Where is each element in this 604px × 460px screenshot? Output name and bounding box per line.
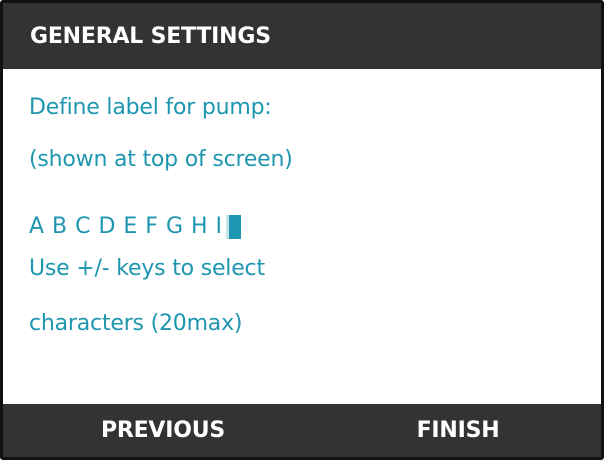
- softkey-bar: PREVIOUS FINISH: [3, 404, 601, 457]
- screen-title: GENERAL SETTINGS: [30, 23, 271, 49]
- prompt-line-1: Define label for pump:: [29, 95, 272, 120]
- pump-label-value[interactable]: A B C D E F G H I: [29, 214, 223, 240]
- instruction-line-2: characters (20max): [29, 311, 243, 336]
- instruction-line-1: Use +/- keys to select: [29, 256, 265, 281]
- pump-settings-screen: GENERAL SETTINGS Define label for pump: …: [0, 0, 604, 460]
- title-bar: GENERAL SETTINGS: [3, 3, 601, 69]
- text-cursor: [225, 215, 241, 239]
- finish-button[interactable]: FINISH: [373, 404, 543, 457]
- prompt-line-2: (shown at top of screen): [29, 147, 293, 172]
- previous-button[interactable]: PREVIOUS: [48, 404, 278, 457]
- label-editor[interactable]: A B C D E F G H I: [29, 214, 241, 240]
